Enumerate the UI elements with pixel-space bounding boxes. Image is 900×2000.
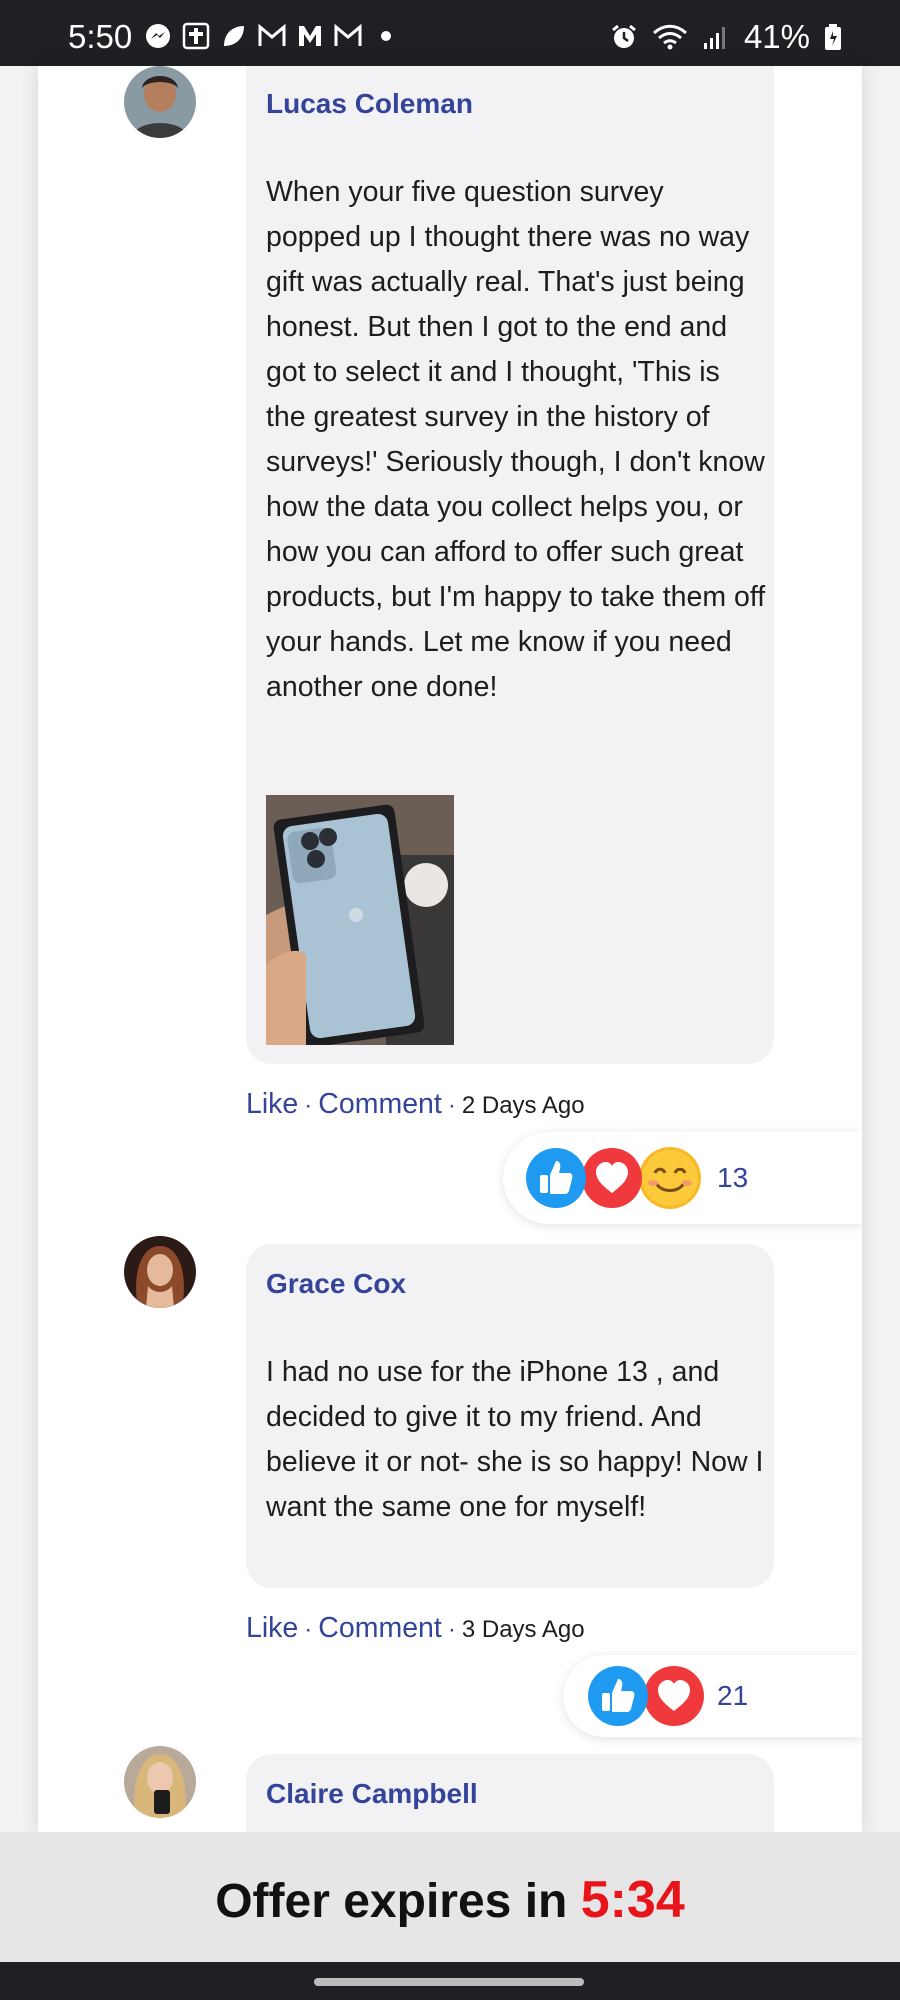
leaf-app-icon bbox=[224, 26, 244, 46]
comment-time: 3 Days Ago bbox=[461, 1616, 585, 1643]
gmail-icon-2 bbox=[334, 23, 362, 46]
like-link[interactable]: Like bbox=[246, 1088, 298, 1120]
like-reaction-icon bbox=[588, 1666, 648, 1726]
m-app-icon bbox=[299, 26, 321, 46]
love-reaction-icon bbox=[582, 1148, 642, 1208]
gmail-icon bbox=[258, 23, 286, 46]
signal-icon bbox=[703, 27, 725, 49]
comment-photo[interactable] bbox=[266, 795, 454, 1045]
bible-app-icon bbox=[182, 22, 210, 50]
comment-text: I had no use for the iPhone 13 , and dec… bbox=[266, 1356, 764, 1523]
avatar-lucas-coleman[interactable] bbox=[124, 66, 196, 138]
messenger-icon bbox=[146, 24, 170, 48]
smile-reaction-icon bbox=[639, 1147, 701, 1209]
comment-bubble: Claire Campbell bbox=[246, 1754, 774, 1832]
offer-timer: 5:34 bbox=[580, 1871, 685, 1929]
comment-time: 2 Days Ago bbox=[461, 1092, 585, 1119]
battery-icon bbox=[825, 24, 841, 50]
home-gesture-bar[interactable] bbox=[314, 1978, 584, 1986]
separator: · bbox=[447, 1616, 456, 1643]
comment-text: When your five question survey popped up… bbox=[266, 176, 766, 703]
avatar-claire-campbell[interactable] bbox=[124, 1746, 196, 1818]
comment-actions: Like · Comment · 3 Days Ago bbox=[246, 1612, 585, 1645]
wifi-icon bbox=[652, 24, 687, 50]
battery-percent: 41% bbox=[743, 18, 810, 55]
avatar-photo bbox=[124, 1746, 196, 1818]
avatar-photo bbox=[124, 66, 196, 138]
love-reaction-icon bbox=[644, 1666, 704, 1726]
avatar-photo bbox=[124, 1236, 196, 1308]
navigation-bar bbox=[0, 1962, 900, 2000]
reactions-bar[interactable]: 13 bbox=[503, 1132, 862, 1224]
status-time: 5:50 bbox=[68, 18, 133, 55]
status-bar: 5:50 41% bbox=[0, 0, 900, 66]
comment-author[interactable]: Grace Cox bbox=[266, 1268, 406, 1300]
reaction-count: 13 bbox=[717, 1162, 749, 1193]
iphone-photo bbox=[266, 795, 454, 1045]
separator: · bbox=[447, 1092, 456, 1119]
like-link[interactable]: Like bbox=[246, 1612, 298, 1644]
separator: · bbox=[304, 1092, 313, 1119]
comment-author[interactable]: Claire Campbell bbox=[266, 1778, 478, 1810]
comment-bubble: Grace Cox I had no use for the iPhone 13… bbox=[246, 1244, 774, 1588]
comment-bubble: Lucas Coleman When your five question su… bbox=[246, 66, 774, 1064]
system-icons: 41% bbox=[610, 18, 842, 56]
alarm-icon bbox=[612, 24, 636, 48]
offer-message: Offer expires in 5:34 bbox=[0, 1870, 900, 1930]
comments-page: Lucas Coleman When your five question su… bbox=[38, 66, 862, 1832]
comment-author[interactable]: Lucas Coleman bbox=[266, 88, 473, 120]
offer-label: Offer expires in bbox=[215, 1875, 568, 1928]
like-reaction-icon bbox=[526, 1148, 586, 1208]
comment-link[interactable]: Comment bbox=[318, 1612, 442, 1644]
reactions-bar[interactable]: 21 bbox=[563, 1655, 862, 1737]
avatar-grace-cox[interactable] bbox=[124, 1236, 196, 1308]
comment-link[interactable]: Comment bbox=[318, 1088, 442, 1120]
dot-indicator bbox=[381, 31, 391, 41]
notification-icons bbox=[144, 22, 400, 50]
comment-actions: Like · Comment · 2 Days Ago bbox=[246, 1088, 585, 1121]
offer-bar: Offer expires in 5:34 bbox=[0, 1832, 900, 1962]
reaction-count: 21 bbox=[717, 1680, 749, 1711]
separator: · bbox=[304, 1616, 313, 1643]
